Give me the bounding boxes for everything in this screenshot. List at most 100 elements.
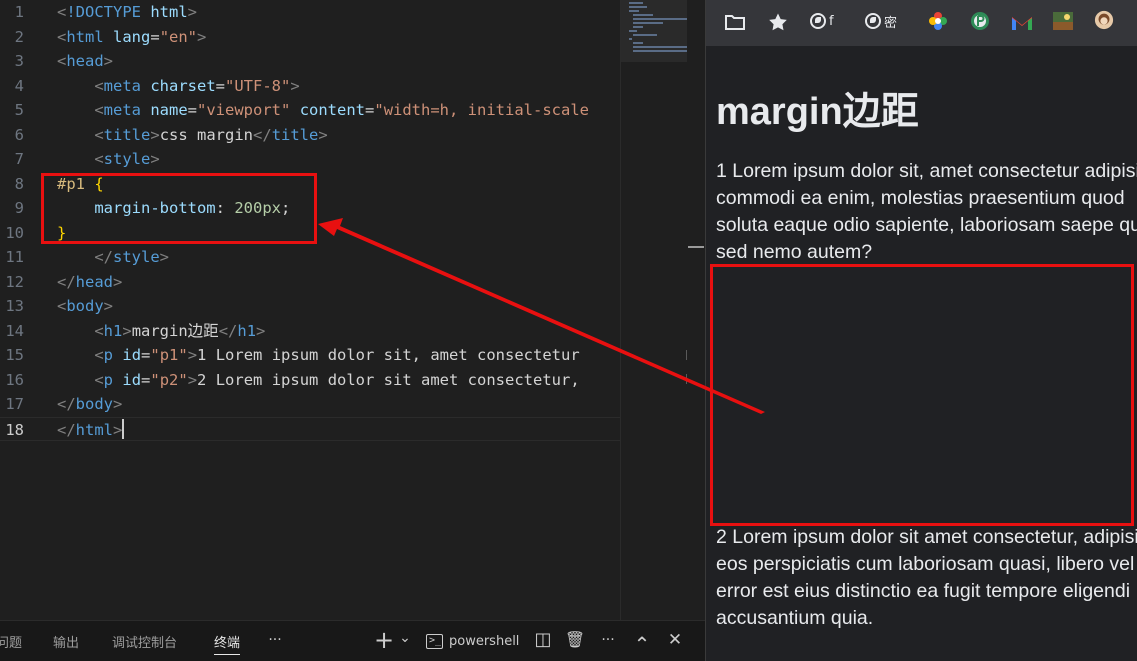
code-line[interactable]: 4 <meta charset="UTF-8"> <box>0 74 620 99</box>
code-token: </ <box>218 321 238 340</box>
code-text: </body> <box>57 392 122 417</box>
code-text: <meta charset="UTF-8"> <box>57 74 300 99</box>
code-token: < <box>57 27 67 46</box>
code-line[interactable]: 18 </html> <box>0 416 620 441</box>
code-line[interactable]: 7 <style> <box>0 147 620 172</box>
code-token: < <box>57 52 67 70</box>
code-line[interactable]: 2 <html lang="en"> <box>0 25 620 50</box>
sash-handle[interactable] <box>688 246 704 248</box>
globe-icon <box>865 13 881 29</box>
star-icon[interactable] <box>768 12 788 32</box>
more-actions-icon[interactable]: ··· <box>596 629 620 651</box>
bottom-panel: 问题 输出 调试控制台 终端 ··· + ⌄ >_ powershell ◫ 🗑… <box>0 620 705 661</box>
code-editor[interactable]: 1 <!DOCTYPE html> 2 <html lang="en"> 3 <head>… <box>0 0 620 620</box>
code-token: head <box>75 272 113 291</box>
minimap-line <box>633 26 643 28</box>
code-token: > <box>122 321 132 340</box>
image-icon[interactable] <box>1052 11 1074 31</box>
code-line[interactable]: 1 <!DOCTYPE html> <box>0 0 620 25</box>
code-token: > <box>290 76 300 95</box>
terminal-shell-label[interactable]: >_ powershell <box>426 630 519 652</box>
code-token: "p1" <box>150 346 188 364</box>
line-number: 6 <box>14 125 24 144</box>
gmail-icon[interactable] <box>1011 13 1033 33</box>
tab-output[interactable]: 输出 <box>53 632 79 651</box>
folder-icon[interactable] <box>724 12 746 32</box>
code-token: < <box>94 370 104 389</box>
minimap-line <box>629 10 639 12</box>
tab-debug-console[interactable]: 调试控制台 <box>112 632 177 651</box>
code-token: !DOCTYPE <box>66 3 141 21</box>
code-text: </style> <box>57 245 169 270</box>
trash-icon[interactable]: 🗑 <box>563 629 587 651</box>
line-number: 17 <box>5 395 24 413</box>
line-number: 8 <box>14 174 24 193</box>
photos-icon[interactable] <box>928 11 948 31</box>
code-token: name <box>150 101 188 119</box>
code-token: < <box>94 125 104 144</box>
code-text: <body> <box>57 294 113 319</box>
code-token: < <box>94 321 104 340</box>
paragraph-p1-line: sed nemo autem? <box>716 241 873 263</box>
code-token: </ <box>57 395 76 413</box>
code-text: <meta name="viewport" content="width=h, … <box>57 98 589 123</box>
tab-terminal[interactable]: 终端 <box>214 632 241 655</box>
code-token: > <box>113 395 123 413</box>
code-token: p <box>103 346 114 364</box>
code-text: <!DOCTYPE html> <box>57 0 197 25</box>
code-token: html <box>66 27 104 46</box>
minimap-line <box>633 42 643 44</box>
minimap-line <box>633 34 657 36</box>
minimap-line <box>629 30 637 32</box>
chevron-down-icon[interactable]: ⌄ <box>396 627 414 649</box>
line-number: 2 <box>14 27 24 46</box>
line-number: 16 <box>5 370 24 389</box>
code-token: 2 Lorem ipsum dolor sit amet consectetur… <box>197 370 580 389</box>
avatar-icon[interactable] <box>1093 10 1115 30</box>
app-p-icon[interactable] <box>970 11 990 31</box>
code-line[interactable]: 12 </head> <box>0 270 620 295</box>
tab-problems[interactable]: 问题 <box>0 632 22 651</box>
code-token: css margin <box>159 125 254 144</box>
code-line[interactable]: 5 <meta name="viewport" content="width=h… <box>0 98 620 123</box>
chevron-up-icon[interactable]: ⌃ <box>630 633 654 655</box>
close-icon[interactable]: ✕ <box>663 629 687 651</box>
code-token: > <box>256 321 266 340</box>
code-text: <head> <box>57 49 113 74</box>
code-token: title <box>103 125 151 144</box>
paragraph-p1-line: soluta eaque odio sapiente, laboriosam s… <box>716 214 1137 236</box>
code-token: body <box>66 297 104 315</box>
bookmark-f[interactable]: f <box>810 11 834 31</box>
code-line[interactable]: 15 <p id="p1">1 Lorem ipsum dolor sit, a… <box>0 343 620 368</box>
code-token: = <box>150 27 160 46</box>
code-line[interactable]: 17 </body> <box>0 392 620 417</box>
split-terminal-icon[interactable]: ◫ <box>531 629 555 651</box>
code-token: 1 Lorem ipsum dolor sit, amet consectetu… <box>197 346 580 364</box>
code-token: h1 <box>237 321 257 340</box>
code-token: > <box>113 272 123 291</box>
code-line[interactable]: 13 <body> <box>0 294 620 319</box>
code-line[interactable]: 6 <title>css margin</title> <box>0 123 620 148</box>
overview-ruler-mark <box>686 350 687 360</box>
code-line[interactable]: 14 <h1>margin边距</h1> <box>0 319 620 344</box>
code-line[interactable]: 16 <p id="p2">2 Lorem ipsum dolor sit am… <box>0 368 620 393</box>
code-line[interactable]: 11 </style> <box>0 245 620 270</box>
text-cursor <box>122 418 125 439</box>
paragraph-p2-line: eos perspiciatis cum laboriosam quasi, l… <box>716 553 1135 575</box>
code-token: charset <box>150 76 216 95</box>
code-token: > <box>197 27 207 46</box>
more-icon[interactable]: ··· <box>263 629 287 651</box>
bookmark-mi[interactable]: 密 <box>865 11 897 31</box>
minimap[interactable] <box>620 0 687 620</box>
code-line[interactable]: 3 <head> <box>0 49 620 74</box>
code-token: "UTF-8" <box>225 76 291 95</box>
line-number: 7 <box>14 150 24 168</box>
code-token: title <box>271 125 319 144</box>
new-terminal-icon[interactable]: + <box>372 628 396 652</box>
